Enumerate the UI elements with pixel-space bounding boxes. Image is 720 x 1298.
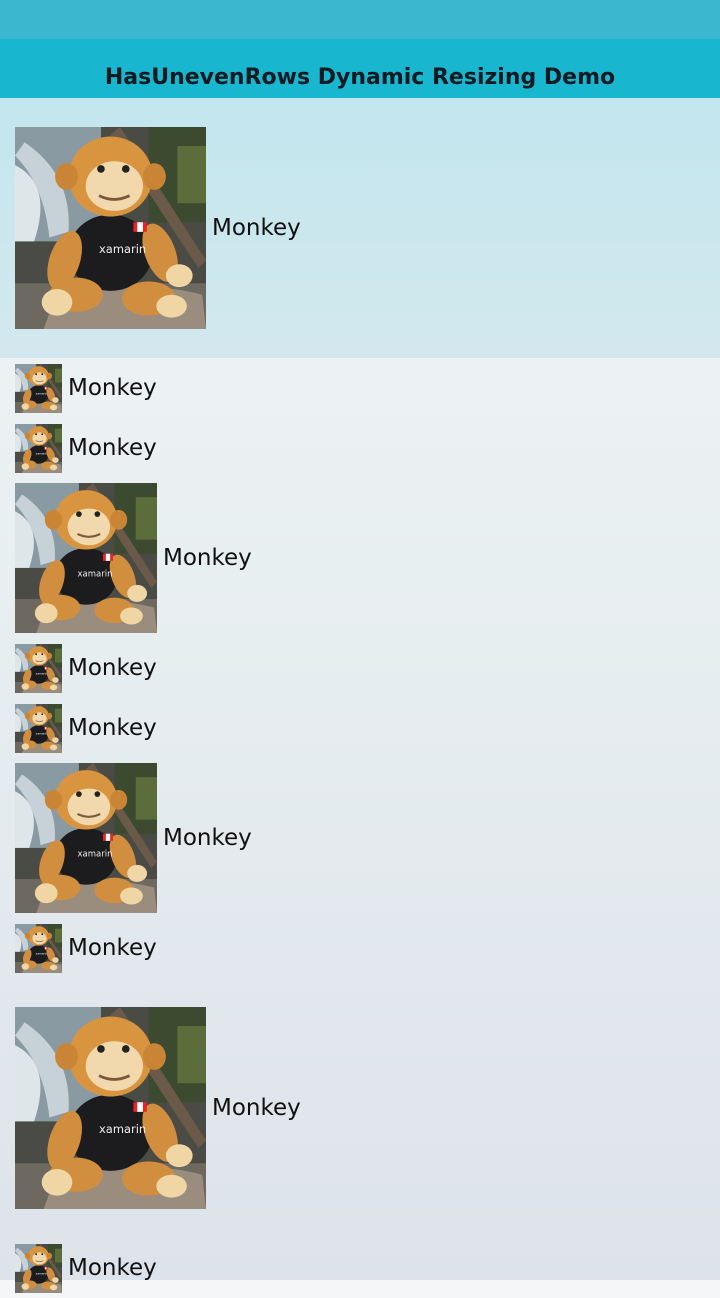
- list-item[interactable]: xamarin Monkey: [0, 978, 720, 1238]
- list-item[interactable]: xamarin Monkey: [0, 418, 720, 478]
- list-item[interactable]: xamarin Monkey: [0, 918, 720, 978]
- monkey-photo-icon: xamarin: [15, 1007, 206, 1209]
- list-item[interactable]: xamarin Monkey: [0, 98, 720, 358]
- svg-text:xamarin: xamarin: [36, 391, 48, 395]
- list-item-label: Monkey: [68, 375, 157, 401]
- list-item-label: Monkey: [68, 1255, 157, 1281]
- list-item[interactable]: xamarin Monkey: [0, 478, 720, 638]
- list-item-label: Monkey: [163, 825, 252, 851]
- svg-text:xamarin: xamarin: [36, 1271, 48, 1275]
- svg-text:xamarin: xamarin: [36, 451, 48, 455]
- monkey-photo-icon: xamarin: [15, 923, 62, 973]
- list-item-label: Monkey: [68, 435, 157, 461]
- status-bar: [0, 0, 720, 39]
- list-item-label: Monkey: [212, 1095, 301, 1121]
- list-item[interactable]: xamarin Monkey: [0, 1238, 720, 1298]
- title-bar: HasUnevenRows Dynamic Resizing Demo: [0, 39, 720, 98]
- monkey-photo-icon: xamarin: [15, 127, 206, 329]
- monkey-photo-icon: xamarin: [15, 483, 157, 633]
- list-item-label: Monkey: [212, 215, 301, 241]
- monkey-photo-icon: xamarin: [15, 763, 157, 913]
- svg-text:xamarin: xamarin: [36, 671, 48, 675]
- svg-text:xamarin: xamarin: [77, 569, 112, 579]
- svg-text:xamarin: xamarin: [99, 242, 146, 256]
- monkey-photo-icon: xamarin: [15, 1243, 62, 1293]
- monkey-photo-icon: xamarin: [15, 423, 62, 473]
- list-item-label: Monkey: [163, 545, 252, 571]
- svg-text:xamarin: xamarin: [99, 1122, 146, 1136]
- list-item[interactable]: xamarin Monkey: [0, 638, 720, 698]
- monkey-photo-icon: xamarin: [15, 643, 62, 693]
- svg-text:xamarin: xamarin: [77, 849, 112, 859]
- monkey-list[interactable]: xamarin Monkey xamarin Monkey xamarin Mo…: [0, 98, 720, 1298]
- list-item[interactable]: xamarin Monkey: [0, 758, 720, 918]
- monkey-photo-icon: xamarin: [15, 703, 62, 753]
- svg-text:xamarin: xamarin: [36, 951, 48, 955]
- list-item[interactable]: xamarin Monkey: [0, 698, 720, 758]
- svg-text:xamarin: xamarin: [36, 731, 48, 735]
- monkey-photo-icon: xamarin: [15, 363, 62, 413]
- list-item[interactable]: xamarin Monkey: [0, 358, 720, 418]
- list-item-label: Monkey: [68, 935, 157, 961]
- list-item-label: Monkey: [68, 655, 157, 681]
- list-item-label: Monkey: [68, 715, 157, 741]
- page-title: HasUnevenRows Dynamic Resizing Demo: [104, 65, 616, 90]
